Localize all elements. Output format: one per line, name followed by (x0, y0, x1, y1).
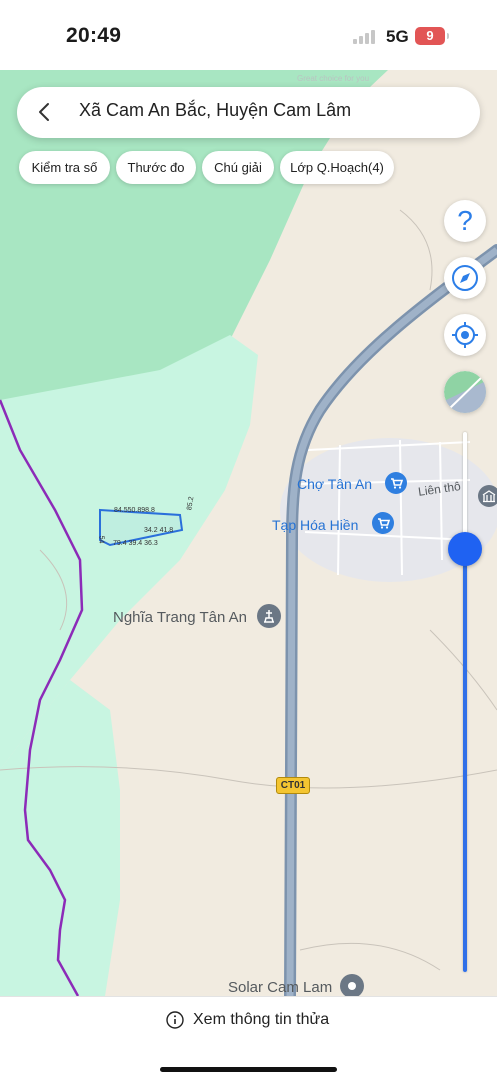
my-location-button[interactable] (444, 314, 486, 356)
route-shield: CT01 (276, 777, 310, 794)
compass-icon (452, 265, 478, 291)
bottom-bar: Xem thông tin thửa (0, 996, 497, 1081)
parcel-dim: 79.4 (113, 540, 127, 547)
parcel-dim: 50.8 (127, 507, 142, 514)
home-indicator (160, 1067, 337, 1072)
locate-icon (452, 322, 478, 348)
parcel-dim: 84.5 (114, 507, 128, 514)
parcel-dim: 36.3 (144, 540, 158, 547)
chip-lop-quy-hoach[interactable]: Lớp Q.Hoạch(4) (280, 151, 394, 184)
help-button[interactable]: ? (444, 200, 486, 242)
chip-label: Chú giải (214, 160, 262, 175)
parcel-dim: 34.2 (144, 527, 158, 534)
chip-label: Thước đo (127, 160, 185, 175)
parcel-label-top: 84.550.898.8 (114, 507, 155, 514)
cemetery-icon[interactable] (257, 604, 281, 628)
network-type: 5G (386, 27, 409, 46)
poi-cho-tan-an[interactable]: Chợ Tân An (297, 476, 372, 492)
place-icon[interactable] (340, 974, 364, 996)
shop-icon[interactable] (385, 472, 407, 494)
signal-icon (353, 30, 379, 44)
battery-icon: 9 (415, 27, 449, 45)
poi-label: Nghĩa Trang Tân An (113, 609, 247, 626)
chip-label: Lớp Q.Hoạch(4) (290, 160, 384, 175)
parcel-dim: 41.8 (159, 527, 174, 534)
chip-chu-giai[interactable]: Chú giải (202, 151, 274, 184)
parcel-label-bottom: 79.4 39.4 36.3 (113, 540, 158, 547)
building-icon[interactable] (478, 485, 497, 507)
route-shield-label: CT01 (280, 780, 306, 791)
poi-nghia-trang-tan-an[interactable]: Nghĩa Trang Tân An (113, 609, 247, 626)
help-icon: ? (457, 205, 473, 236)
map-layer-icon (444, 371, 486, 413)
map-view[interactable]: 84.550.898.8 34.2 41.8 79.4 39.4 36.3 54… (0, 70, 497, 996)
compass-button[interactable] (444, 257, 486, 299)
parcel-dim: 39.4 (128, 540, 143, 547)
parcel-dim: 98.8 (141, 507, 155, 514)
status-bar: 20:49 5G 9 (0, 0, 497, 70)
chip-thuoc-do[interactable]: Thước đo (116, 151, 196, 184)
parcel-dim: 54 (97, 535, 105, 544)
chip-label: Kiểm tra số (31, 160, 98, 175)
back-icon[interactable] (35, 101, 55, 123)
top-banner-text: Great choice for you (297, 74, 369, 83)
zoom-slider-handle[interactable] (448, 532, 482, 566)
info-icon[interactable] (166, 1011, 184, 1029)
poi-label: Solar Cam Lam (228, 979, 333, 996)
parcel-label-left: 54 (97, 536, 104, 544)
poi-tap-hoa-hien[interactable]: Tạp Hóa Hiền (272, 517, 358, 533)
map-layer-button[interactable] (444, 371, 486, 413)
battery-level: 9 (426, 28, 434, 43)
status-time: 20:49 (66, 24, 122, 47)
parcel-label-mid: 34.2 41.8 (144, 527, 173, 534)
zoom-slider-fill (463, 550, 467, 972)
banner-label: Great choice for you (297, 74, 370, 83)
poi-solar-cam-lam[interactable]: Solar Cam Lam (228, 979, 332, 996)
chip-kiem-tra-so[interactable]: Kiểm tra số (19, 151, 110, 184)
map-canvas (0, 70, 497, 996)
zoom-slider-track[interactable] (463, 432, 467, 972)
shop-icon[interactable] (372, 512, 394, 534)
poi-label: Tạp Hóa Hiền (272, 517, 359, 533)
location-search-bar[interactable]: Xã Cam An Bắc, Huyện Cam Lâm (17, 87, 480, 138)
poi-label: Chợ Tân An (297, 476, 373, 492)
location-title: Xã Cam An Bắc, Huyện Cam Lâm (79, 100, 352, 120)
view-parcel-info-button[interactable]: Xem thông tin thửa (193, 1011, 329, 1029)
